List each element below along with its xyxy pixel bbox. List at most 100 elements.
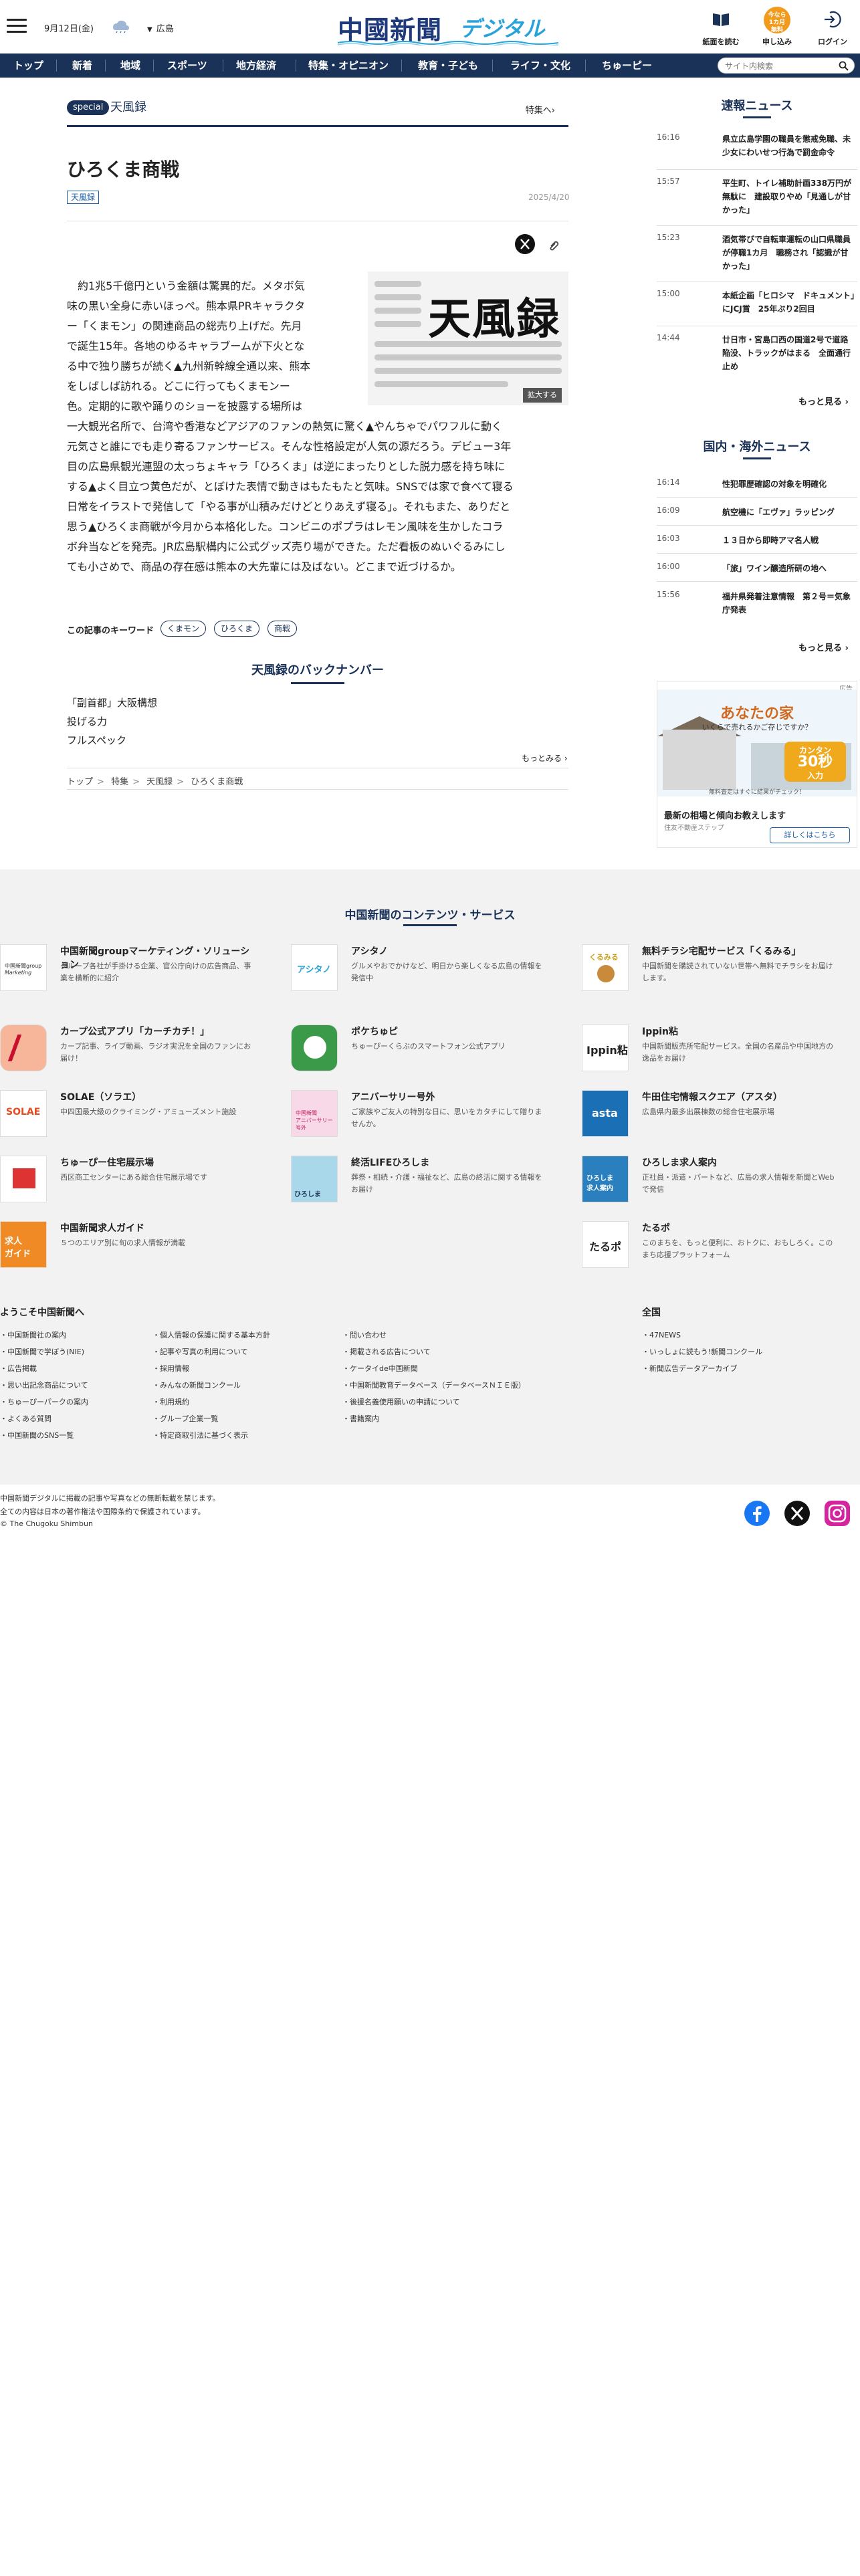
keyword-chip[interactable]: 商戦 [267,621,298,637]
breaking-news-item[interactable]: 15:23 酒気帯びで自転車運転の山口県職員が停職1カ月 職務され「認識が甘かっ… [657,233,857,282]
breadcrumb-item[interactable]: 天風録 [146,777,173,787]
footer-link[interactable]: 掲載される広告について [342,1346,431,1357]
breaking-more-link[interactable]: もっと見る › [798,395,849,407]
footer-link[interactable]: 中国新聞で学ぼう(NIE) [0,1346,84,1357]
footer-link[interactable]: 広告掲載 [0,1363,37,1374]
breaking-news-item[interactable]: 15:00 本紙企画「ヒロシマ ドキュメント」にJCJ賞 25年ぶり2回目 [657,289,857,326]
menu-icon[interactable] [7,19,27,33]
national-news-item[interactable]: 16:09 航空機に「エヴァ」ラッピング [657,506,857,526]
facebook-icon[interactable] [744,1500,770,1527]
service-item[interactable]: 求人 ガイド 中国新聞求人ガイド ５つのエリア別に旬の求人情報が満載 [0,1221,254,1281]
news-time: 16:00 [657,562,680,571]
site-logo[interactable]: 中國新聞 デジタル [338,8,558,45]
service-logo [0,1156,47,1202]
apply-button[interactable]: 今なら 1カ月 無料 申し込み [754,7,800,48]
ad-banner-image: あなたの家 いくらで売れるかご存じですか？ カンタン 30秒 入力 無料査定はす… [657,689,857,796]
nav-item-chupy[interactable]: ちゅーピー [602,53,652,78]
instagram-icon[interactable] [824,1500,851,1527]
nav-item-region[interactable]: 地域 [120,53,140,78]
footer-link[interactable]: 中国新聞のSNS一覧 [0,1430,74,1440]
national-news-item[interactable]: 16:14 性犯罪歴確認の対象を明確化 [657,477,857,498]
footer-link[interactable]: いっしょに読もう!新聞コンクール [642,1346,762,1357]
link-icon[interactable] [547,237,562,252]
search-icon[interactable] [839,61,849,71]
breaking-news-item[interactable]: 14:44 廿日市・宮島口西の国道2号で道路陥没、トラックがはまる 全面通行止め [657,333,857,383]
footer-link[interactable]: よくある質問 [0,1413,51,1424]
national-news-item[interactable]: 16:00 「旅」ワイン醸造所研の地へ [657,562,857,582]
service-item[interactable]: たるポ たるポ このまちを、もっと便利に、おトクに、おもしろく。このまち応援プラ… [582,1221,836,1281]
ad-sponsor: 住友不動産ステップ [664,825,724,832]
footer-link[interactable]: 特定商取引法に基づく表示 [152,1430,248,1440]
area-select[interactable]: ▼ 広島 [147,21,174,34]
backnumber-item[interactable]: フルスペック [67,733,126,747]
footer-link[interactable]: 問い合わせ [342,1329,387,1340]
share-x-button[interactable] [515,234,535,254]
nav-item-new[interactable]: 新着 [72,53,92,78]
breadcrumb-item[interactable]: トップ [67,777,93,787]
footer-link[interactable]: 中国新聞教育データベース（データベースＮＩＥ版） [342,1380,526,1390]
special-link[interactable]: 特集へ› [526,103,555,116]
service-item[interactable]: ちゅーぴー住宅展示場 西区商工センターにある総合住宅展示場です [0,1156,254,1216]
breadcrumb-item[interactable]: 特集 [111,777,128,787]
search-input[interactable] [725,60,832,72]
footer-link[interactable]: ちゅーぴーパークの案内 [0,1396,88,1407]
footer-link[interactable]: グループ企業一覧 [152,1413,218,1424]
x-icon[interactable] [784,1500,811,1527]
article-image[interactable]: 天風録 [368,272,568,405]
nav-item-economy[interactable]: 地方経済 [236,53,276,78]
nav-item-life[interactable]: ライフ・文化 [510,53,570,78]
national-more-link[interactable]: もっと見る › [798,641,849,653]
footer-link[interactable]: 後援名義使用願いの申請について [342,1396,460,1407]
enlarge-button[interactable]: 拡大する [523,388,562,403]
article-tag[interactable]: 天風録 [67,191,100,204]
footer-link[interactable]: 思い出記念商品について [0,1380,88,1390]
service-item[interactable]: 中国新聞group Marketing 中国新聞groupマーケティング・ソリュー… [0,944,254,1004]
logo-wave-icon [338,41,558,45]
read-paper-button[interactable]: 紙面を読む [697,7,744,48]
keyword-chip[interactable]: ひろくま [214,621,260,637]
breaking-news-item[interactable]: 16:16 県立広島学園の職員を懲戒免職、未少女にわいせつ行為で罰金命令 [657,132,857,170]
service-item[interactable]: 中国新聞 アニバーサリー号外 アニバーサリー号外 ご家族やご友人の特別な日に、思い… [291,1090,545,1150]
service-item[interactable]: Ippin粘 Ippin粘 中国新聞販売所宅配サービス。全国の名産品や中国地方の… [582,1025,836,1085]
national-news-item[interactable]: 16:03 １３日から即時アマ名人戦 [657,534,857,554]
nav-item-opinion[interactable]: 特集・オピニオン [308,53,389,78]
footer-link[interactable]: ケータイde中国新聞 [342,1363,418,1374]
nav-item-sports[interactable]: スポーツ [167,53,207,78]
service-name: 中国新聞求人ガイド [60,1223,144,1234]
service-item[interactable]: SOLAE SOLAE（ソラエ） 中四国最大級のクライミング・アミューズメント施… [0,1090,254,1150]
service-name: ひろしま求人案内 [642,1158,717,1168]
footer-link[interactable]: 書籍案内 [342,1413,379,1424]
breaking-news-item[interactable]: 15:57 平生町、トイレ補助計画338万円が無駄に 建設取りやめ「見通しが甘か… [657,177,857,226]
service-item[interactable]: asta 牛田住宅情報スクエア（アスタ） 広島県内最多出展棟数の総合住宅展示場 [582,1090,836,1150]
footer-link[interactable]: 利用規約 [152,1396,189,1407]
footer-link[interactable]: みんなの新聞コンクール [152,1380,241,1390]
service-item[interactable]: ひろしま 終活LIFEひろしま 葬祭・相続・介護・福祉など、広島の終活に関する情… [291,1156,545,1216]
advertisement[interactable]: 広告 あなたの家 いくらで売れるかご存じですか？ カンタン 30秒 入力 無料査… [657,681,857,848]
service-logo: くるみる [582,944,629,991]
backnumber-item[interactable]: 「副首都」大阪構想 [67,695,157,710]
divider [67,789,568,790]
service-item[interactable]: カープ公式アプリ「カーチカチ！」 カープ記事、ライブ動画、ラジオ実況を全国のファ… [0,1025,254,1085]
service-item[interactable]: ひろしま 求人案内 ひろしま求人案内 正社員・派遣・パートなど、広島の求人情報を新… [582,1156,836,1216]
ad-details-button[interactable]: 詳しくはこちら [770,827,850,843]
login-button[interactable]: ログイン [809,7,856,48]
footer-link[interactable]: 個人情報の保護に関する基本方針 [152,1329,270,1340]
footer-link[interactable]: 採用情報 [152,1363,189,1374]
footer-link[interactable]: 47NEWS [642,1329,681,1340]
service-item[interactable]: ポケちゅピ ちゅーぴーくらぶのスマートフォン公式アプリ [291,1025,545,1085]
section-title: 天風録 [110,100,146,114]
footer-link[interactable]: 新聞広告データアーカイブ [642,1363,737,1374]
nav-item-top[interactable]: トップ [13,53,43,78]
nav-item-education[interactable]: 教育・子ども [418,53,478,78]
footer-link[interactable]: 記事や写真の利用について [152,1346,248,1357]
service-logo: 中国新聞 アニバーサリー号外 [291,1090,338,1137]
backnumber-more-link[interactable]: もっとみる › [522,752,568,764]
footer-link[interactable]: 中国新聞社の案内 [0,1329,66,1340]
news-time: 16:14 [657,477,680,487]
keyword-chip[interactable]: くまモン [160,621,207,637]
backnumber-title: 天風録のバックナンバー [251,663,384,677]
backnumber-item[interactable]: 投げる力 [67,714,107,728]
national-news-item[interactable]: 15:56 福井県発着注意情報 第２号＝気象庁発表 [657,590,857,623]
service-item[interactable]: アシタノ アシタノ グルメやおでかけなど、明日から楽しくなる広島の情報を発信中 [291,944,545,1004]
service-item[interactable]: くるみる 無料チラシ宅配サービス「くるみる」 中国新聞を購読されていない世帯へ無… [582,944,836,1004]
